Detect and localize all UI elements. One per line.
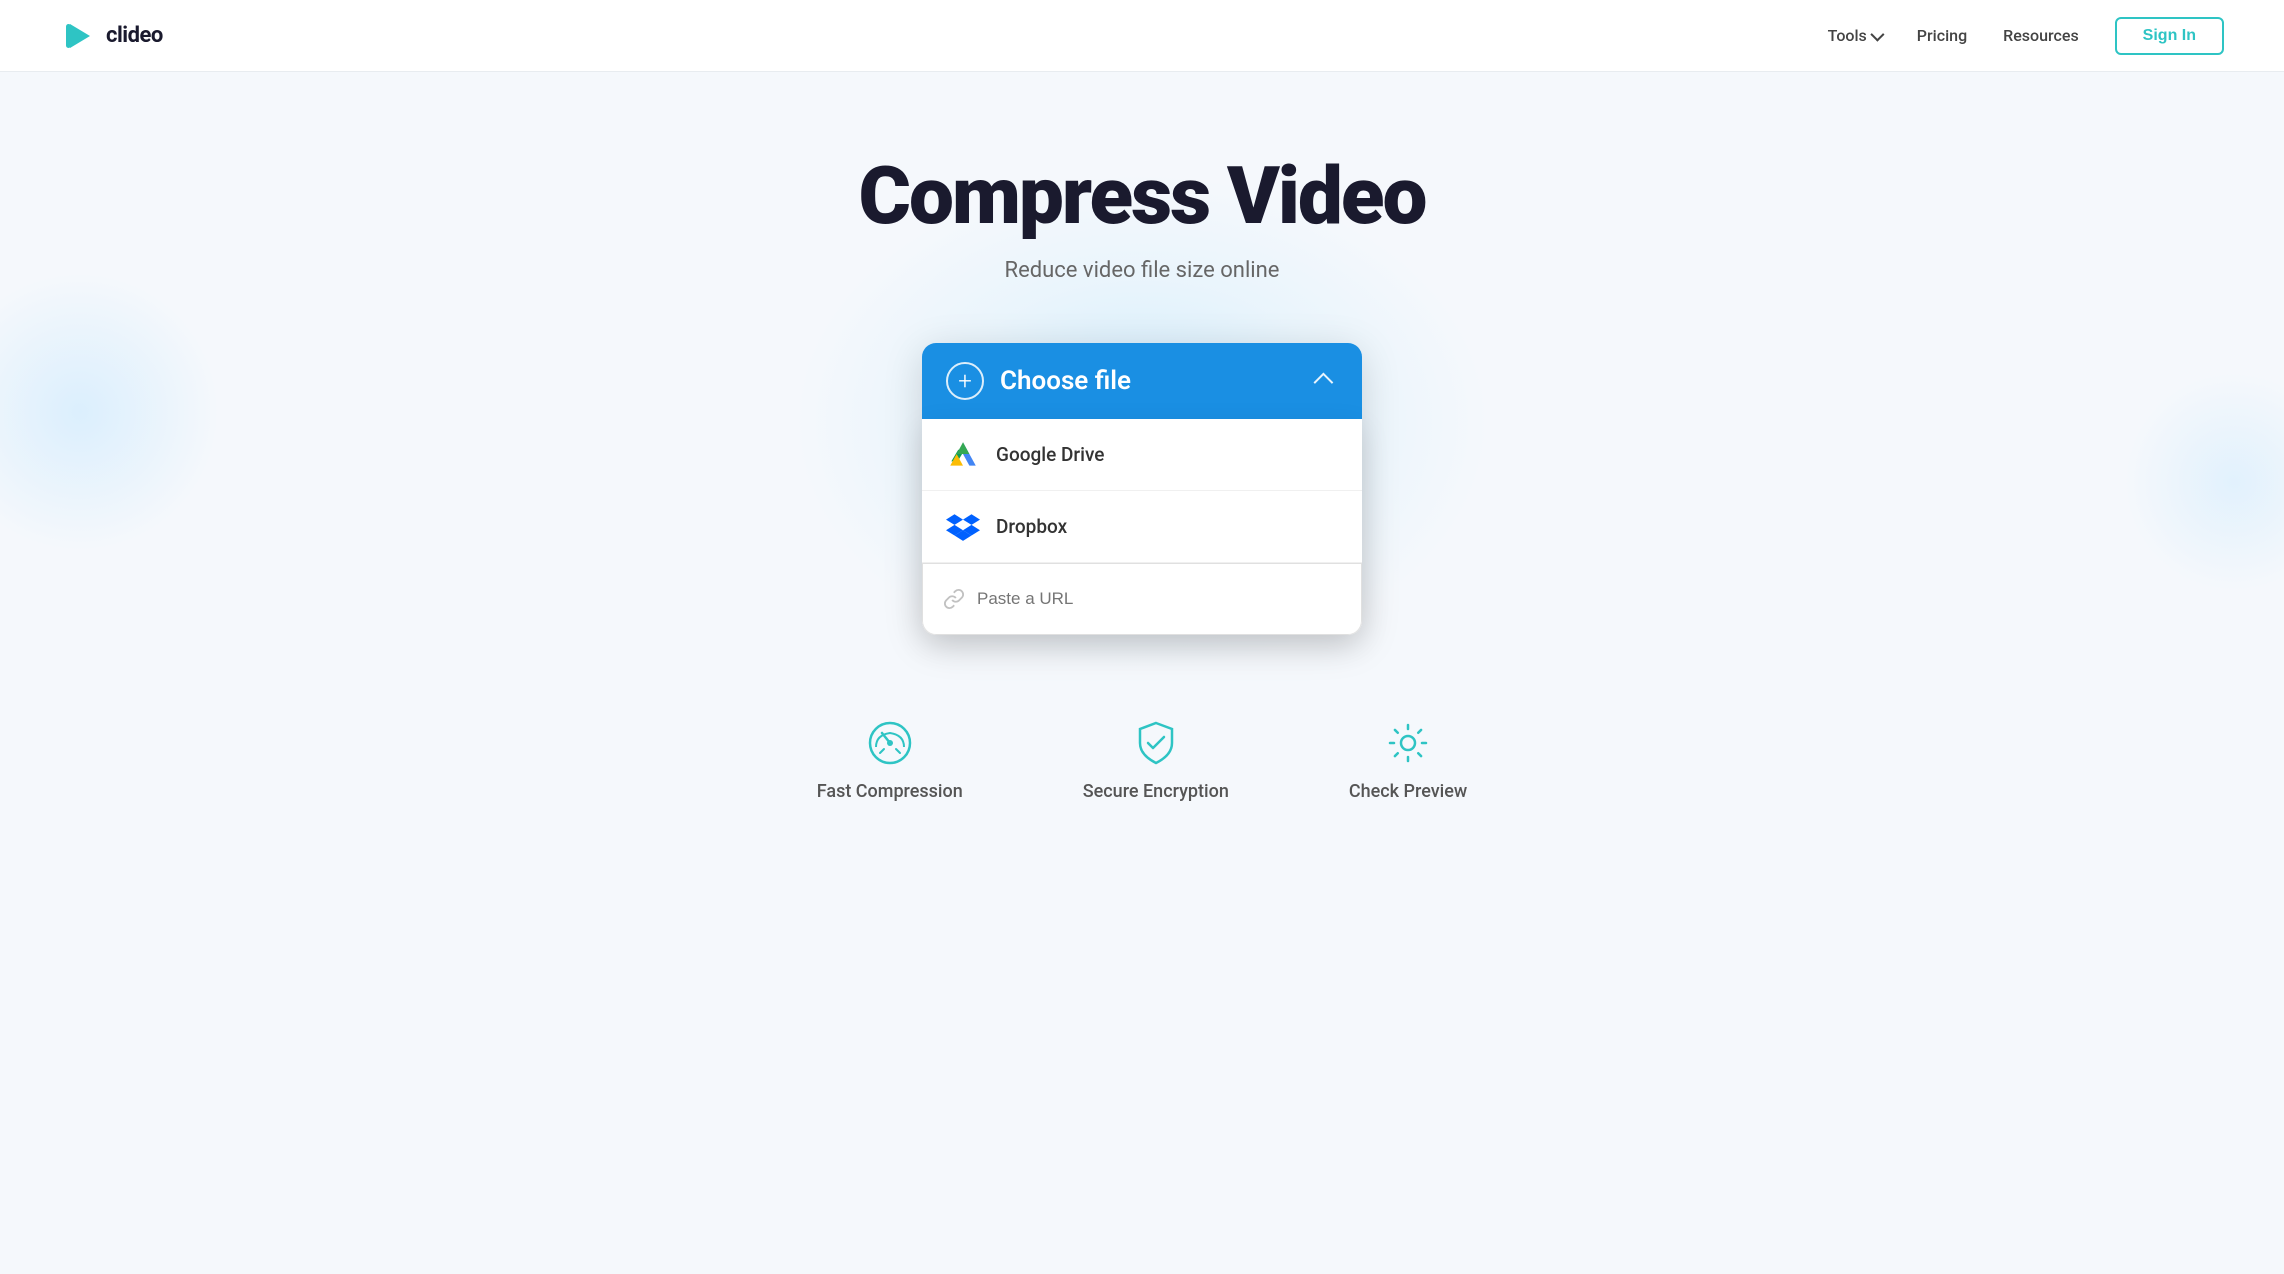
google-drive-option[interactable]: Google Drive bbox=[922, 419, 1362, 491]
page-title: Compress Video bbox=[859, 152, 1426, 240]
feature-fast-compression: Fast Compression bbox=[817, 715, 963, 802]
choose-file-left: + Choose file bbox=[946, 362, 1131, 400]
main-nav: Tools Pricing Resources Sign In bbox=[1828, 17, 2224, 55]
fast-compression-label: Fast Compression bbox=[817, 781, 963, 802]
page-subtitle: Reduce video file size online bbox=[1005, 258, 1280, 283]
chevron-down-icon bbox=[1870, 27, 1884, 41]
choose-file-label: Choose file bbox=[1000, 366, 1131, 396]
google-drive-icon bbox=[946, 438, 980, 472]
logo-text: clideo bbox=[106, 23, 163, 48]
chevron-up-icon bbox=[1306, 365, 1338, 397]
nav-resources[interactable]: Resources bbox=[2003, 26, 2079, 45]
hero-section: Compress Video Reduce video file size on… bbox=[0, 72, 2284, 882]
sign-in-button[interactable]: Sign In bbox=[2115, 17, 2224, 55]
google-drive-label: Google Drive bbox=[996, 443, 1104, 466]
gear-icon bbox=[1380, 715, 1436, 771]
url-input[interactable] bbox=[977, 589, 1341, 609]
upload-dropdown: Google Drive Dropbox bbox=[922, 419, 1362, 635]
clideo-logo-icon bbox=[60, 18, 96, 54]
nav-tools[interactable]: Tools bbox=[1828, 26, 1881, 45]
speedometer-icon bbox=[862, 715, 918, 771]
link-icon bbox=[943, 588, 965, 610]
logo[interactable]: clideo bbox=[60, 18, 163, 54]
feature-secure-encryption: Secure Encryption bbox=[1083, 715, 1229, 802]
dropbox-label: Dropbox bbox=[996, 515, 1067, 538]
choose-file-button[interactable]: + Choose file bbox=[922, 343, 1362, 419]
feature-check-preview: Check Preview bbox=[1349, 715, 1467, 802]
nav-pricing[interactable]: Pricing bbox=[1917, 26, 1967, 45]
plus-circle-icon: + bbox=[946, 362, 984, 400]
upload-widget: + Choose file Google Drive bbox=[922, 343, 1362, 635]
dropbox-option[interactable]: Dropbox bbox=[922, 491, 1362, 563]
header: clideo Tools Pricing Resources Sign In bbox=[0, 0, 2284, 72]
check-preview-label: Check Preview bbox=[1349, 781, 1467, 802]
blob-left bbox=[0, 272, 220, 552]
url-input-row bbox=[922, 563, 1362, 635]
shield-icon bbox=[1128, 715, 1184, 771]
blob-right bbox=[2124, 372, 2284, 592]
secure-encryption-label: Secure Encryption bbox=[1083, 781, 1229, 802]
features-section: Fast Compression Secure Encryption Check… bbox=[817, 715, 1468, 842]
dropbox-icon bbox=[946, 510, 980, 544]
